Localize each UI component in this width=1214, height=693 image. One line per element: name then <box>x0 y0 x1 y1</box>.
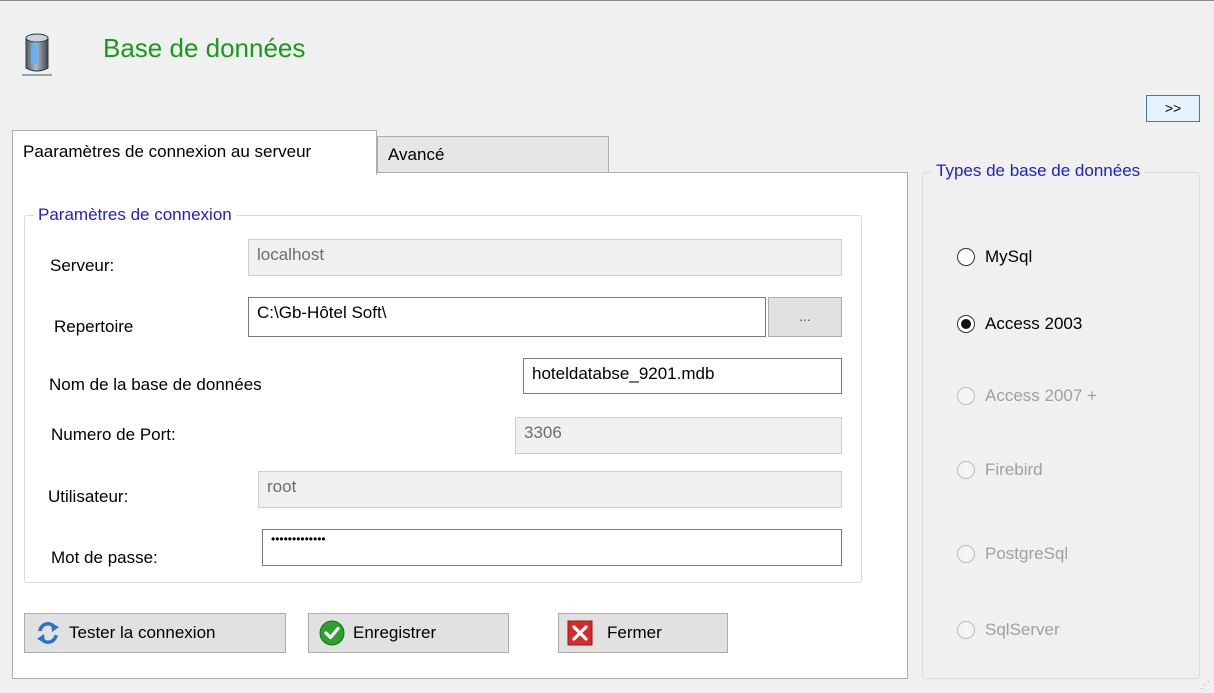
close-label: Fermer <box>607 623 662 642</box>
directory-input[interactable]: C:\Gb-Hôtel Soft\ <box>248 297 766 337</box>
save-label: Enregistrer <box>353 623 437 642</box>
test-connection-label: Tester la connexion <box>69 623 216 642</box>
test-connection-button[interactable]: Tester la connexion <box>24 613 286 653</box>
radio-button[interactable] <box>957 461 975 479</box>
radio-label: PostgreSql <box>985 544 1069 563</box>
radio-access-2003[interactable]: Access 2003 <box>957 314 1082 334</box>
user-input[interactable]: root <box>258 471 842 508</box>
connection-settings-legend: Paramètres de connexion <box>34 205 236 225</box>
radio-firebird[interactable]: Firebird <box>957 460 1043 480</box>
directory-label: Repertoire <box>54 317 134 336</box>
radio-button[interactable] <box>957 545 975 563</box>
radio-button[interactable] <box>957 621 975 639</box>
refresh-icon <box>37 622 59 644</box>
browse-button[interactable]: ... <box>768 297 842 337</box>
radio-mysql[interactable]: MySql <box>957 247 1032 267</box>
server-input[interactable]: localhost <box>248 239 842 276</box>
radio-button[interactable] <box>957 387 975 405</box>
close-icon <box>567 620 593 646</box>
server-label: Serveur: <box>50 256 115 275</box>
database-icon <box>22 33 52 76</box>
tab-advanced[interactable]: Avancé <box>377 136 609 172</box>
database-types-legend: Types de base de données <box>932 161 1145 181</box>
close-button[interactable]: Fermer <box>558 613 728 653</box>
radio-label: Access 2003 <box>985 314 1083 333</box>
port-label: Numero de Port: <box>51 425 176 444</box>
radio-access-2007[interactable]: Access 2007 + <box>957 386 1097 406</box>
password-label: Mot de passe: <box>51 548 158 567</box>
port-input[interactable]: 3306 <box>515 417 842 454</box>
tab-connection-settings[interactable]: Paaramètres de connexion au serveur <box>12 130 377 175</box>
radio-label: Firebird <box>985 460 1043 479</box>
save-button[interactable]: Enregistrer <box>308 613 509 653</box>
password-input[interactable]: ••••••••••••• <box>262 529 842 566</box>
database-name-label: Nom de la base de données <box>49 375 262 394</box>
check-circle-icon <box>319 620 345 646</box>
radio-label: SqlServer <box>985 620 1060 639</box>
radio-button[interactable] <box>957 248 975 266</box>
window-top-border <box>0 0 1214 1</box>
radio-button[interactable] <box>957 315 975 333</box>
radio-sqlserver[interactable]: SqlServer <box>957 620 1060 640</box>
expand-button[interactable]: >> <box>1146 95 1200 122</box>
window-title: Base de données <box>103 33 306 63</box>
database-name-input[interactable]: hoteldatabse_9201.mdb <box>523 358 842 394</box>
user-label: Utilisateur: <box>48 487 129 506</box>
radio-label: MySql <box>985 247 1033 266</box>
radio-label: Access 2007 + <box>985 386 1097 405</box>
resize-grip-icon[interactable]: ⋰ <box>1200 680 1210 691</box>
radio-postgresql[interactable]: PostgreSql <box>957 544 1068 564</box>
